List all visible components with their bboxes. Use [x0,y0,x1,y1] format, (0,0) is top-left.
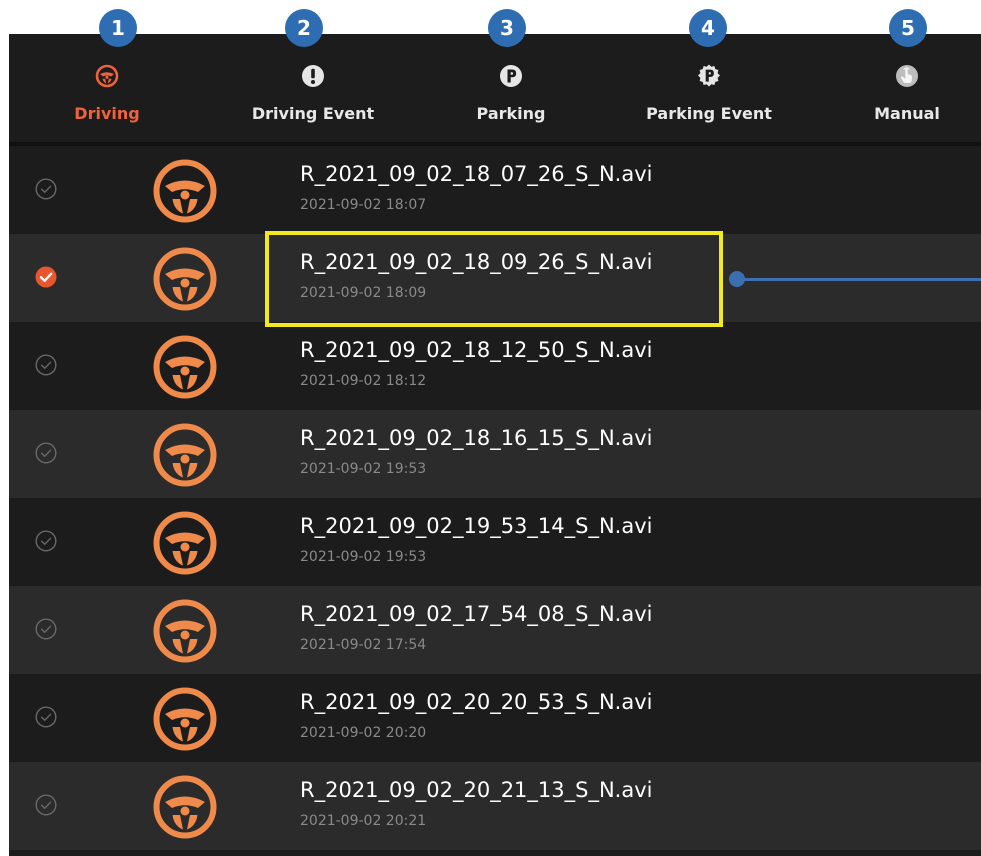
file-row[interactable]: R_2021_09_02_19_53_14_S_N.avi 2021-09-02 … [9,498,981,586]
exclamation-icon [302,65,324,87]
callout-badge-5: 5 [889,9,927,47]
file-date: 2021-09-02 19:53 [300,461,427,477]
tab-label-driving-event: Driving Event [251,104,375,123]
file-date: 2021-09-02 20:21 [300,813,427,829]
tab-label-parking: Parking [476,104,546,123]
steering-wheel-icon [153,335,217,399]
callout-badge-1: 1 [99,9,137,47]
tab-parking[interactable]: Parking [413,34,609,146]
hand-touch-icon [896,65,918,87]
file-date: 2021-09-02 18:12 [300,373,427,389]
file-row[interactable]: R_2021_09_02_17_54_08_S_N.avi 2021-09-02 … [9,586,981,674]
tab-manual[interactable]: Manual [809,34,981,146]
steering-wheel-icon [153,423,217,487]
steering-wheel-icon [153,599,217,663]
file-name: R_2021_09_02_20_20_53_S_N.avi [300,690,653,714]
unchecked-icon[interactable] [35,530,57,552]
unchecked-icon[interactable] [35,354,57,376]
steering-wheel-icon [153,687,217,751]
highlight-box [265,231,723,327]
parking-icon [500,65,522,87]
file-row[interactable]: R_2021_09_02_18_07_26_S_N.avi 2021-09-02 … [9,146,981,234]
callout-badge-4: 4 [689,9,727,47]
tab-driving-event[interactable]: Driving Event [215,34,411,146]
callout-pointer-line [737,278,981,281]
unchecked-icon[interactable] [35,442,57,464]
callout-pointer-dot [729,271,745,287]
file-row[interactable]: R_2021_09_02_20_20_53_S_N.avi 2021-09-02 … [9,674,981,762]
file-row[interactable]: R_2021_09_02_18_16_15_S_N.avi 2021-09-02 … [9,410,981,498]
file-browser-panel: Driving Driving Event Parking Parking Ev… [9,34,981,856]
parking-event-icon [698,64,720,87]
tab-parking-event[interactable]: Parking Event [611,34,807,146]
unchecked-icon[interactable] [35,178,57,200]
checked-icon[interactable] [35,266,57,288]
unchecked-icon[interactable] [35,618,57,640]
file-date: 2021-09-02 17:54 [300,637,427,653]
steering-wheel-icon [153,247,217,311]
file-date: 2021-09-02 18:07 [300,197,427,213]
file-name: R_2021_09_02_20_21_13_S_N.avi [300,778,653,802]
file-date: 2021-09-02 19:53 [300,549,427,565]
unchecked-icon[interactable] [35,706,57,728]
category-tab-bar: Driving Driving Event Parking Parking Ev… [9,34,981,146]
file-row[interactable]: R_2021_09_02_18_12_50_S_N.avi 2021-09-02 … [9,322,981,410]
file-row[interactable]: R_2021_09_02_20_21_13_S_N.avi 2021-09-02 … [9,762,981,850]
steering-wheel-icon [95,64,119,88]
tab-driving[interactable]: Driving [9,34,205,146]
callout-badge-3: 3 [488,9,526,47]
file-name: R_2021_09_02_18_12_50_S_N.avi [300,338,653,362]
unchecked-icon[interactable] [35,794,57,816]
tab-label-driving: Driving [74,104,140,123]
file-name: R_2021_09_02_17_54_08_S_N.avi [300,602,653,626]
steering-wheel-icon [153,159,217,223]
tab-label-manual: Manual [874,104,940,123]
file-name: R_2021_09_02_18_16_15_S_N.avi [300,426,653,450]
file-date: 2021-09-02 20:20 [300,725,427,741]
steering-wheel-icon [153,511,217,575]
callout-badge-2: 2 [285,9,323,47]
steering-wheel-icon [153,775,217,839]
tab-label-parking-event: Parking Event [646,104,772,123]
file-name: R_2021_09_02_18_07_26_S_N.avi [300,162,653,186]
file-name: R_2021_09_02_19_53_14_S_N.avi [300,514,653,538]
